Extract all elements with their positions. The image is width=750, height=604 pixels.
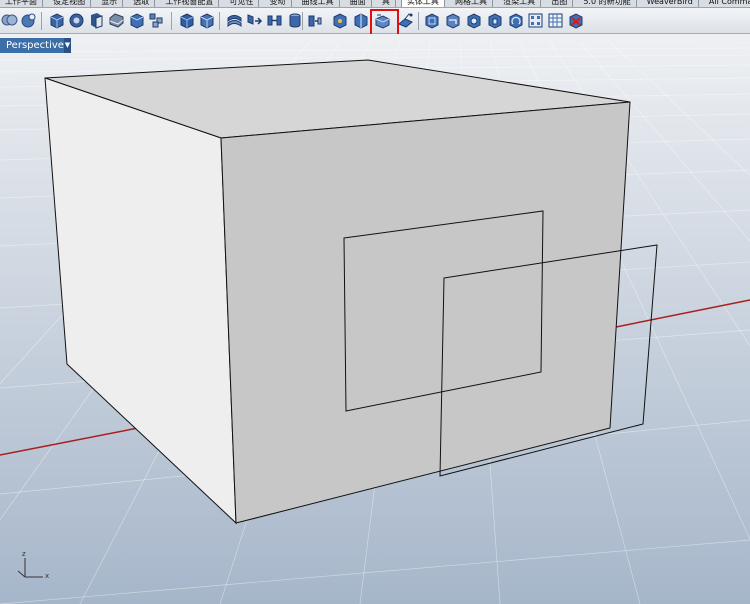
- boolean-difference-icon[interactable]: [20, 12, 37, 29]
- viewport-menu-dropdown[interactable]: ▼: [63, 38, 71, 53]
- split-face-icon[interactable]: [352, 12, 369, 29]
- tab-transform[interactable]: 变动: [265, 0, 292, 7]
- tab-select[interactable]: 选取: [128, 0, 156, 7]
- tab-weaverbird[interactable]: WeaverBird: [642, 0, 699, 7]
- ribbon-tab-strip: 工作平面 设定视图 显示 选取 工作视窗配置 可见性 变动 曲线工具 曲面 具 …: [0, 0, 750, 8]
- extract-surface-icon[interactable]: [88, 12, 105, 29]
- tab-set-view[interactable]: 设定视图: [48, 0, 92, 7]
- tab-render-tools[interactable]: 渲染工具: [498, 0, 542, 7]
- delete-hole-icon[interactable]: [567, 12, 584, 29]
- cylinder-icon[interactable]: [286, 12, 303, 29]
- array-hole-icon[interactable]: [527, 12, 544, 29]
- solid-box-icon[interactable]: [128, 12, 145, 29]
- tab-surface[interactable]: 曲面: [345, 0, 372, 7]
- create-solid-icon[interactable]: [423, 12, 440, 29]
- wire-cut-icon[interactable]: [444, 12, 461, 29]
- rotate-hole-icon[interactable]: [507, 12, 524, 29]
- tab-new-in-v5[interactable]: 5.0 的新功能: [578, 0, 637, 7]
- tab-all-commands[interactable]: All Commands: [704, 0, 750, 7]
- tab-curve-tools[interactable]: 曲线工具: [297, 0, 340, 7]
- extrude-curve-icon[interactable]: [266, 12, 283, 29]
- extrude-face-icon[interactable]: [374, 12, 391, 29]
- x-axis-label: x: [45, 572, 49, 580]
- array-grid-icon[interactable]: [547, 12, 564, 29]
- tab-display[interactable]: 显示: [96, 0, 124, 7]
- boolean-intersection-icon[interactable]: [198, 12, 215, 29]
- move-face-icon[interactable]: [306, 12, 323, 29]
- move-edge-icon[interactable]: [331, 12, 348, 29]
- place-hole-icon[interactable]: [486, 12, 503, 29]
- fillet-edge-icon[interactable]: [108, 12, 125, 29]
- solid-tools-toolbar: [0, 8, 750, 34]
- toolbar-separator: [302, 12, 303, 30]
- toolbar-separator: [41, 12, 42, 30]
- tab-viewport-layout[interactable]: 工作视窗配置: [160, 0, 220, 7]
- offset-surface-icon[interactable]: [226, 12, 243, 29]
- tab-workplane[interactable]: 工作平面: [0, 0, 43, 7]
- extrude-surface-icon[interactable]: [246, 12, 263, 29]
- z-axis-label: z: [22, 550, 26, 558]
- make-hole-icon[interactable]: [465, 12, 482, 29]
- tab-drafting[interactable]: 出图: [546, 0, 574, 7]
- tab-tools[interactable]: 具: [377, 0, 396, 7]
- perspective-viewport[interactable]: z x: [0, 34, 750, 604]
- cap-planar-holes-icon[interactable]: [68, 12, 85, 29]
- boolean-union-icon[interactable]: [1, 12, 18, 29]
- viewport-name: Perspective: [6, 40, 64, 51]
- shell-solid-icon[interactable]: [148, 12, 165, 29]
- viewport-canvas[interactable]: z x: [0, 34, 750, 604]
- boolean-split-icon[interactable]: [178, 12, 195, 29]
- viewport-title-tab[interactable]: Perspective ▼: [0, 38, 71, 53]
- toolbar-separator: [418, 12, 419, 30]
- tab-mesh-tools[interactable]: 网格工具: [450, 0, 494, 7]
- box-edge-icon[interactable]: [48, 12, 65, 29]
- toolbar-separator: [219, 12, 220, 30]
- tab-visibility[interactable]: 可见性: [224, 0, 260, 7]
- fold-face-icon[interactable]: [397, 12, 414, 29]
- tab-solid-tools[interactable]: 实体工具: [400, 0, 445, 7]
- toolbar-separator: [171, 12, 172, 30]
